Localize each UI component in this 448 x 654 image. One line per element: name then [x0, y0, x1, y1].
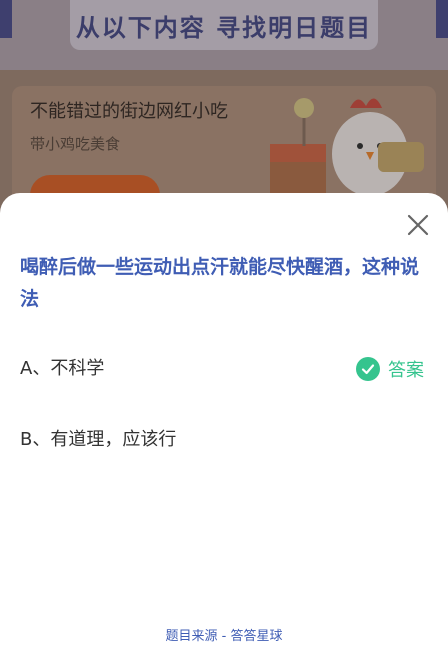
background-header: 从以下内容 寻找明日题目 — [0, 0, 448, 70]
option-b[interactable]: B、有道理，应该行 — [20, 425, 428, 455]
question-text: 喝醉后做一些运动出点汗就能尽快醒酒，这种说法 — [20, 256, 420, 310]
banner: 从以下内容 寻找明日题目 — [70, 0, 378, 50]
feature-card-subtitle: 带小鸡吃美食 — [30, 135, 121, 153]
question-modal: 喝醉后做一些运动出点汗就能尽快醒酒，这种说法 A、不科学 答案 B、有道理，应该… — [0, 193, 448, 654]
chicken-mascot-illustration — [270, 98, 424, 206]
banner-title: 从以下内容 寻找明日题目 — [75, 13, 373, 42]
checkmark-icon — [356, 357, 380, 381]
answer-indicator: 答案 — [356, 356, 424, 382]
feature-card-title: 不能错过的街边网红小吃 — [30, 101, 228, 122]
close-icon[interactable] — [406, 213, 430, 237]
answer-label: 答案 — [388, 360, 424, 381]
question-source: 题目来源 - 答答星球 — [165, 629, 283, 644]
header-decoration-left — [0, 0, 12, 38]
header-decoration-right — [436, 0, 448, 38]
